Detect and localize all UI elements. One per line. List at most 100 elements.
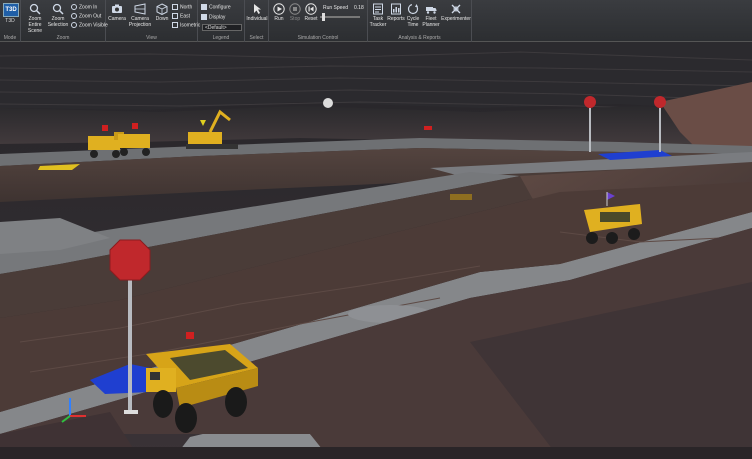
ribbon-group-analysis: Task Tracker Reports Cycle Time Fleet Pl…: [368, 0, 472, 42]
view-isometric-button[interactable]: Isometric: [172, 22, 200, 28]
stop-sign-base: [124, 410, 138, 414]
camera-projection-label: Camera Projection: [128, 16, 152, 28]
run-speed-slider-thumb[interactable]: [322, 13, 325, 21]
zoom-visible-button[interactable]: Zoom Visible: [71, 22, 108, 28]
3d-viewport[interactable]: [0, 42, 752, 459]
cycle-time-button[interactable]: Cycle Time: [405, 3, 421, 28]
loading-pad-marker: [450, 194, 472, 200]
zoom-out-icon: [71, 13, 77, 19]
experimenter-icon: [451, 4, 461, 14]
magnifier-icon: [29, 3, 41, 15]
run-speed-label: Run Speed: [323, 5, 349, 11]
ribbon-toolbar: T3D T3D Mode Zoom Entire Scene Zoom Sele…: [0, 0, 752, 42]
group-label-legend: Legend: [212, 35, 230, 41]
view-east-label: East: [180, 13, 191, 20]
individual-select-button[interactable]: Individual: [245, 3, 269, 22]
configure-icon: [201, 4, 207, 10]
zoom-selection-button[interactable]: Zoom Selection: [47, 3, 69, 28]
far-pit-wall-top: [0, 42, 752, 112]
cycle-time-label: Cycle Time: [406, 16, 420, 28]
group-label-zoom: Zoom: [56, 35, 70, 41]
zoom-in-label: Zoom In: [79, 4, 98, 11]
zoom-in-icon: [71, 4, 77, 10]
legend-display-button[interactable]: Display: [201, 14, 225, 20]
zoom-visible-label: Zoom Visible: [79, 22, 108, 29]
reports-icon: [391, 3, 401, 15]
cube-icon: [172, 22, 178, 28]
ribbon-group-select: Individual Select: [245, 0, 269, 42]
stop-sign-pole-upper-1: [589, 108, 591, 152]
view-north-button[interactable]: North: [172, 4, 192, 10]
stop-label: Stop: [289, 16, 301, 22]
camera-projection-button[interactable]: Camera Projection: [127, 3, 153, 28]
reset-icon: [305, 3, 317, 15]
zoom-out-button[interactable]: Zoom Out: [71, 13, 101, 19]
ribbon-group-view: Camera Camera Projection Down North East…: [106, 0, 200, 42]
view-east-button[interactable]: East: [172, 13, 190, 19]
cube-icon: [172, 13, 178, 19]
group-label-simulation: Simulation Control: [297, 35, 339, 41]
ribbon-group-zoom: Zoom Entire Scene Zoom Selection Zoom In…: [21, 0, 108, 42]
red-marker-upper: [424, 126, 432, 130]
magnifier-icon: [52, 3, 64, 15]
experimenter-button[interactable]: Experimenter: [441, 3, 471, 22]
play-icon: [273, 3, 285, 15]
group-label-view: View: [146, 35, 157, 41]
legend-configure-button[interactable]: Configure: [201, 4, 231, 10]
stop-button[interactable]: Stop: [287, 3, 303, 22]
projection-icon: [134, 3, 146, 15]
run-speed-value: 0.18: [354, 5, 364, 11]
run-speed-slider-track[interactable]: [320, 16, 360, 18]
camera-icon: [112, 4, 122, 13]
ribbon-group-mode: T3D T3D Mode: [0, 0, 21, 42]
run-label: Run: [274, 16, 284, 22]
zoom-visible-icon: [71, 22, 77, 28]
camera-label: Camera: [108, 16, 126, 22]
zoom-out-label: Zoom Out: [79, 13, 102, 20]
reset-button[interactable]: Reset: [303, 3, 319, 22]
legend-configure-label: Configure: [209, 4, 231, 11]
mine-scene[interactable]: [0, 42, 752, 459]
legend-select-value: <Default>: [205, 25, 227, 31]
truck-status-marker: [186, 332, 194, 339]
foreground-dark-strip: [0, 447, 752, 459]
ribbon-group-simulation: Run Stop Reset Run Speed 0.18 Simulation…: [269, 0, 368, 42]
reset-label: Reset: [304, 16, 318, 22]
individual-select-label: Individual: [246, 16, 268, 22]
camera-button[interactable]: Camera: [108, 3, 126, 22]
task-tracker-button[interactable]: Task Tracker: [369, 3, 387, 28]
task-tracker-label: Task Tracker: [369, 16, 387, 28]
zoom-in-button[interactable]: Zoom In: [71, 4, 97, 10]
light-marker-icon: [323, 98, 333, 108]
stop-sign-upper-1-icon[interactable]: [584, 96, 596, 108]
group-label-select: Select: [249, 35, 264, 41]
stop-sign-front-icon[interactable]: [109, 239, 151, 281]
truck-status-marker: [102, 125, 108, 131]
zoom-entire-scene-label: Zoom Entire Scene: [27, 16, 43, 34]
task-tracker-icon: [373, 3, 383, 15]
cube-icon: [172, 4, 178, 10]
fleet-planner-button[interactable]: Fleet Planner: [421, 3, 441, 28]
run-button[interactable]: Run: [271, 3, 287, 22]
display-icon: [201, 14, 207, 20]
view-down-button[interactable]: Down: [154, 3, 170, 22]
zoom-selection-label: Zoom Selection: [47, 16, 69, 28]
zoom-entire-scene-button[interactable]: Zoom Entire Scene: [23, 3, 47, 34]
fleet-planner-label: Fleet Planner: [422, 16, 440, 28]
reports-button[interactable]: Reports: [387, 3, 405, 22]
view-down-label: Down: [155, 16, 169, 22]
stop-sign-upper-2-icon[interactable]: [654, 96, 666, 108]
truck-icon: [426, 7, 437, 14]
t3d-logo-icon[interactable]: T3D: [3, 3, 19, 17]
t3d-mode-label: T3D: [5, 18, 15, 24]
legend-display-label: Display: [209, 14, 226, 21]
stop-icon: [289, 3, 301, 15]
legend-select[interactable]: <Default>: [202, 24, 242, 31]
truck-status-marker: [132, 123, 138, 129]
ribbon-group-legend: Configure Display <Default> Legend: [198, 0, 245, 42]
group-label-mode: Mode: [3, 35, 17, 41]
stop-sign-pole-front: [128, 274, 132, 414]
experimenter-label: Experimenter: [441, 16, 471, 22]
stop-sign-pole-upper-2: [659, 108, 661, 152]
cube-icon: [156, 3, 168, 15]
